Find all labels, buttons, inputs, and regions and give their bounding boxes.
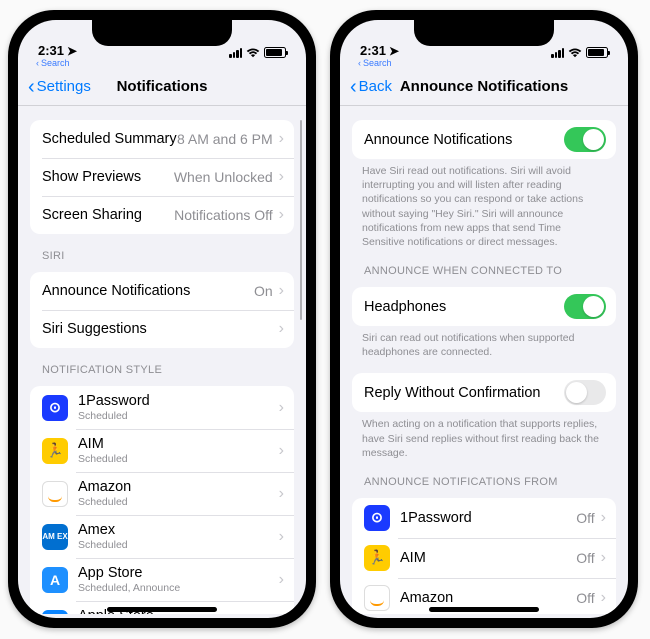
- chevron-right-icon: ›: [601, 509, 606, 527]
- cellular-icon: [551, 48, 564, 58]
- app-icon: ⊙: [364, 505, 390, 531]
- chevron-right-icon: ›: [279, 399, 284, 417]
- app-sub: Scheduled: [78, 496, 131, 508]
- cellular-icon: [229, 48, 242, 58]
- app-icon: 🏃: [364, 545, 390, 571]
- section-header-siri: SIRI: [42, 250, 282, 262]
- nav-bar: ‹ Back Announce Notifications: [340, 68, 628, 106]
- back-button[interactable]: ‹ Back: [340, 77, 392, 97]
- app-name: Amazon: [400, 590, 453, 606]
- footer-headphones: Siri can read out notifications when sup…: [362, 331, 606, 359]
- chevron-right-icon: ›: [601, 549, 606, 567]
- app-sub: Scheduled, Announce: [78, 582, 180, 594]
- group-from-apps: ⊙1PasswordOff›🏃AIMOff›AmazonOff›AM EXAme…: [352, 498, 616, 614]
- row-screen-sharing[interactable]: Screen Sharing Notifications Off ›: [30, 196, 294, 234]
- chevron-left-icon: ‹: [36, 58, 39, 68]
- app-name: AIM: [78, 436, 128, 452]
- app-name: AIM: [400, 550, 426, 566]
- app-row[interactable]: ⊙ 1Password Off›: [352, 498, 616, 538]
- location-icon: ➤: [389, 44, 399, 58]
- chevron-right-icon: ›: [279, 206, 284, 224]
- app-icon: A: [42, 567, 68, 593]
- app-value: Off: [576, 550, 598, 566]
- row-scheduled-summary[interactable]: Scheduled Summary 8 AM and 6 PM ›: [30, 120, 294, 158]
- app-icon: AM EX: [42, 524, 68, 550]
- chevron-right-icon: ›: [279, 485, 284, 503]
- app-sub: Scheduled: [78, 410, 150, 422]
- app-icon: [364, 585, 390, 611]
- row-reply-without-confirmation: Reply Without Confirmation: [352, 373, 616, 412]
- app-name: 1Password: [400, 510, 472, 526]
- device-left: 2:31 ➤ ‹ Search ‹ Settings Notification: [8, 10, 316, 628]
- app-row[interactable]: ⊙ 1PasswordScheduled ›: [30, 386, 294, 429]
- app-value: Off: [576, 510, 598, 526]
- scrollbar[interactable]: [300, 120, 303, 320]
- chevron-right-icon: ›: [279, 571, 284, 589]
- row-announce-notifications[interactable]: Announce Notifications On ›: [30, 272, 294, 310]
- row-announce-toggle: Announce Notifications: [352, 120, 616, 159]
- chevron-right-icon: ›: [601, 589, 606, 607]
- app-name: Amazon: [78, 479, 131, 495]
- back-button[interactable]: ‹ Settings: [18, 77, 91, 97]
- breadcrumb[interactable]: ‹ Search: [18, 58, 306, 68]
- group-general: Scheduled Summary 8 AM and 6 PM › Show P…: [30, 120, 294, 234]
- chevron-left-icon: ‹: [358, 58, 361, 68]
- chevron-left-icon: ‹: [350, 77, 357, 97]
- notch: [414, 20, 554, 46]
- app-icon: 🏃: [42, 438, 68, 464]
- app-row[interactable]: AmazonScheduled ›: [30, 472, 294, 515]
- app-row[interactable]: 🏃 AIMScheduled ›: [30, 429, 294, 472]
- app-name: Amex: [78, 522, 128, 538]
- group-apps: ⊙1PasswordScheduled›🏃AIMScheduled›Amazon…: [30, 386, 294, 614]
- chevron-right-icon: ›: [279, 130, 284, 148]
- toggle-headphones[interactable]: [564, 294, 606, 319]
- group-siri: Announce Notifications On › Siri Suggest…: [30, 272, 294, 348]
- group-reply: Reply Without Confirmation: [352, 373, 616, 412]
- footer-announce: Have Siri read out notifications. Siri w…: [362, 164, 606, 249]
- app-sub: Scheduled: [78, 453, 128, 465]
- chevron-right-icon: ›: [279, 168, 284, 186]
- app-icon: [42, 481, 68, 507]
- app-row[interactable]: AM EX AmexScheduled ›: [30, 515, 294, 558]
- app-value: Off: [576, 590, 598, 606]
- section-header-style: NOTIFICATION STYLE: [42, 364, 282, 376]
- battery-icon: [586, 47, 608, 58]
- group-headphones: Headphones: [352, 287, 616, 326]
- nav-bar: ‹ Settings Notifications: [18, 68, 306, 106]
- chevron-right-icon: ›: [279, 320, 284, 338]
- app-row[interactable]: 🏃 AIM Off›: [352, 538, 616, 578]
- notch: [92, 20, 232, 46]
- row-show-previews[interactable]: Show Previews When Unlocked ›: [30, 158, 294, 196]
- app-row[interactable]: A App StoreScheduled, Announce ›: [30, 558, 294, 601]
- breadcrumb[interactable]: ‹ Search: [340, 58, 628, 68]
- row-headphones: Headphones: [352, 287, 616, 326]
- app-sub: Scheduled: [78, 539, 128, 551]
- battery-icon: [264, 47, 286, 58]
- row-siri-suggestions[interactable]: Siri Suggestions ›: [30, 310, 294, 348]
- status-time: 2:31: [360, 43, 386, 58]
- group-announce: Announce Notifications: [352, 120, 616, 159]
- app-name: App Store: [78, 565, 180, 581]
- chevron-right-icon: ›: [279, 282, 284, 300]
- wifi-icon: [568, 48, 582, 58]
- home-indicator: [429, 607, 539, 612]
- chevron-right-icon: ›: [279, 614, 284, 615]
- device-right: 2:31 ➤ ‹ Search ‹ Back Announce Notific: [330, 10, 638, 628]
- section-header-connected: ANNOUNCE WHEN CONNECTED TO: [364, 265, 604, 277]
- section-header-from: ANNOUNCE NOTIFICATIONS FROM: [364, 476, 604, 488]
- chevron-right-icon: ›: [279, 442, 284, 460]
- toggle-reply[interactable]: [564, 380, 606, 405]
- chevron-right-icon: ›: [279, 528, 284, 546]
- location-icon: ➤: [67, 44, 77, 58]
- app-icon: ▢: [42, 610, 68, 615]
- home-indicator: [107, 607, 217, 612]
- app-icon: ⊙: [42, 395, 68, 421]
- toggle-announce[interactable]: [564, 127, 606, 152]
- wifi-icon: [246, 48, 260, 58]
- footer-reply: When acting on a notification that suppo…: [362, 417, 606, 460]
- app-name: 1Password: [78, 393, 150, 409]
- chevron-left-icon: ‹: [28, 77, 35, 97]
- status-time: 2:31: [38, 43, 64, 58]
